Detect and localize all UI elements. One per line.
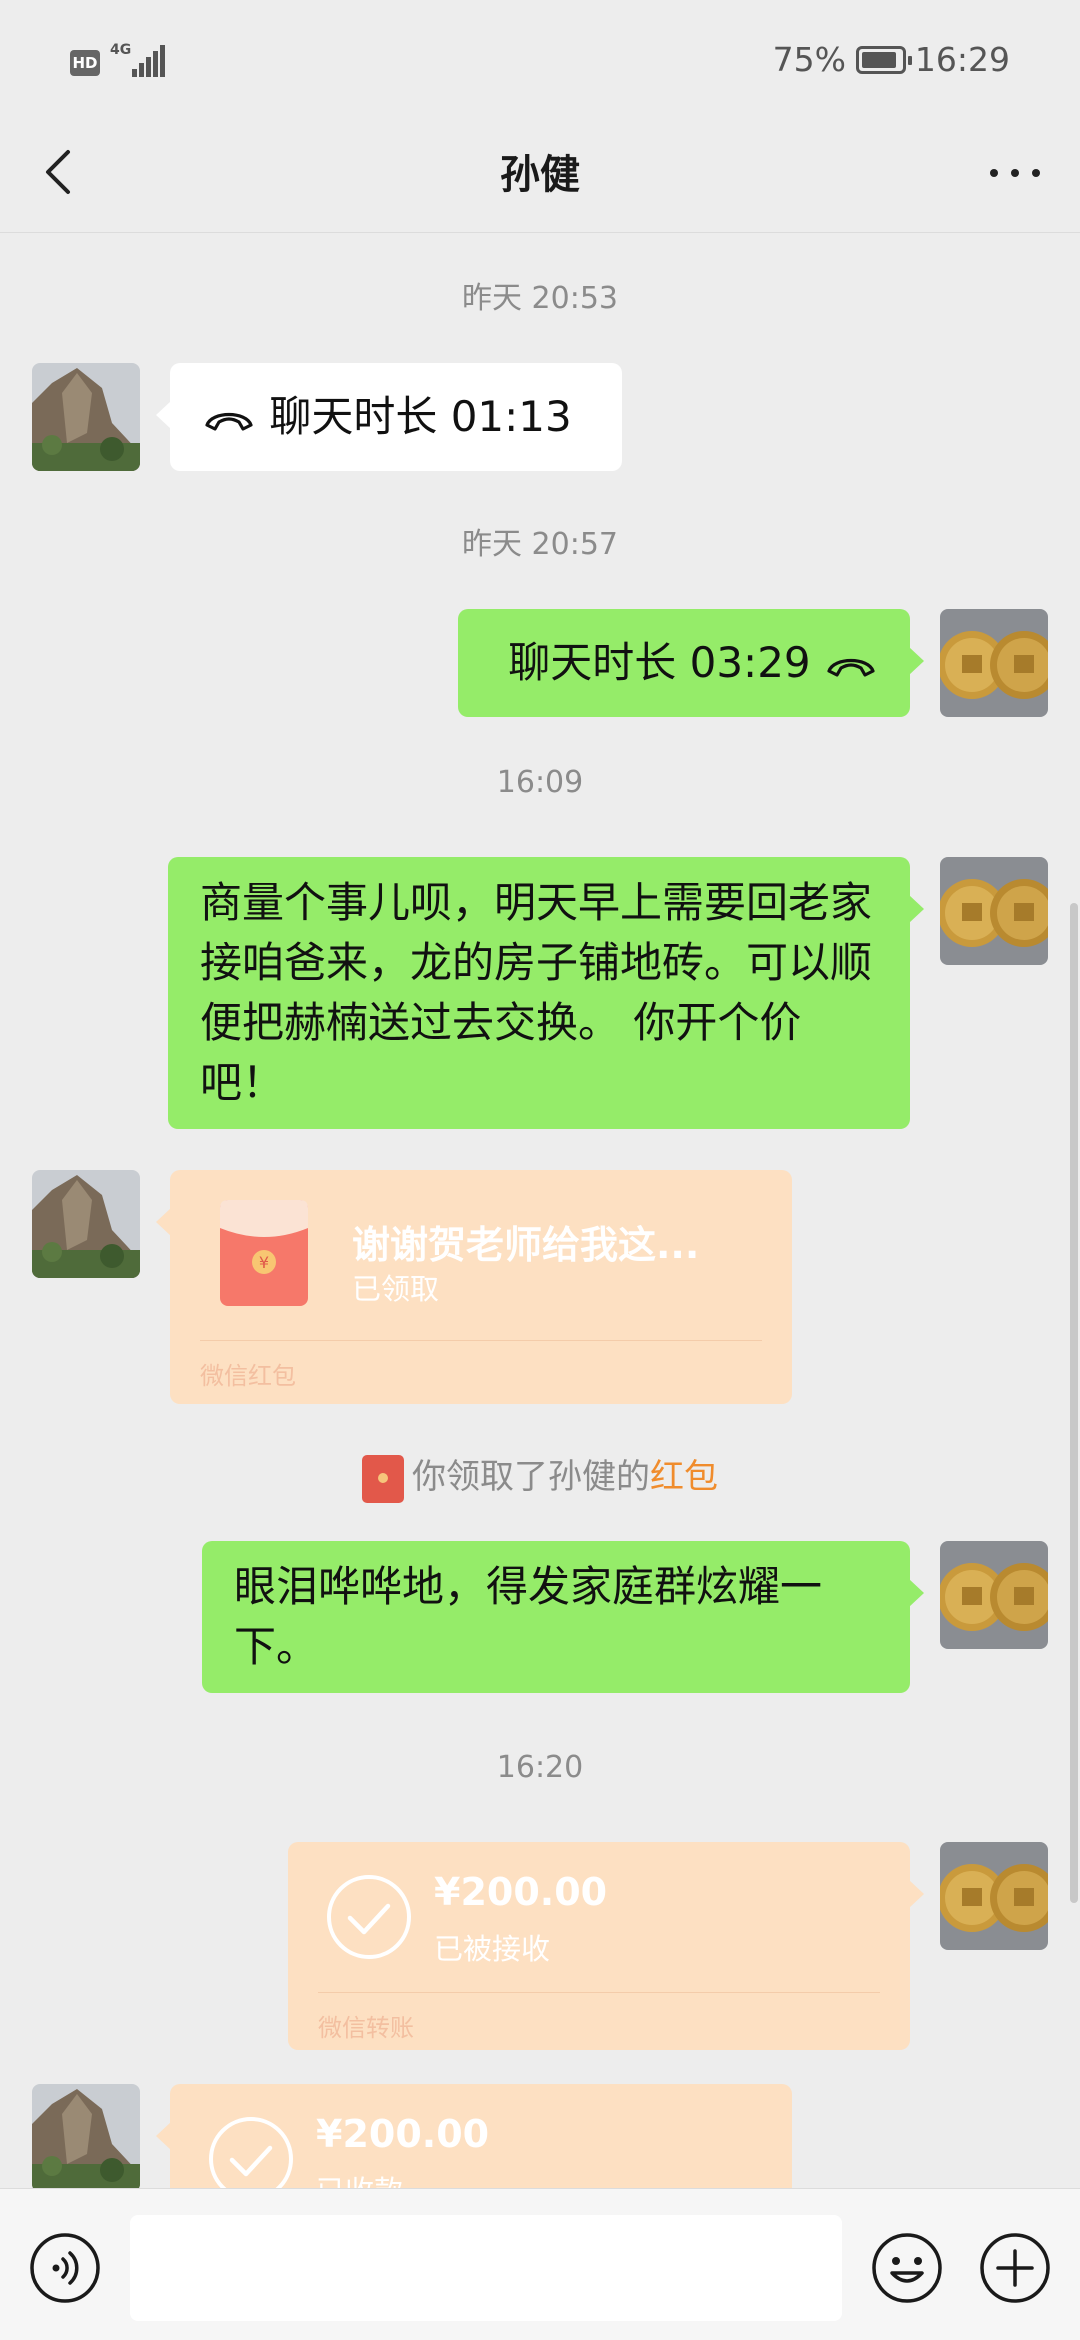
network-type: 4G [110, 42, 132, 58]
card-divider [200, 1340, 762, 1341]
contact-avatar[interactable] [32, 1170, 140, 1278]
message-timestamp: 16:20 [496, 1750, 584, 1785]
plus-icon [980, 2233, 1050, 2303]
red-packet-title: 谢谢贺老师给我这... [352, 1223, 700, 1267]
my-avatar[interactable] [940, 1541, 1048, 1649]
message-timestamp: 昨天 20:57 [462, 527, 618, 562]
chat-title: 孙健 [500, 152, 580, 198]
voice-icon [30, 2233, 100, 2303]
text-message-sent[interactable]: 眼泪哗哗地，得发家庭群炫耀一下。 [202, 1541, 924, 1693]
message-text: 商量个事儿呗，明天早上需要回老家接咱爸来，龙的房子铺地砖。可以顺便把赫楠送过去交… [200, 878, 873, 1107]
smiley-icon [872, 2233, 942, 2303]
red-packet-link[interactable]: 红包 [650, 1457, 718, 1497]
system-notice: 你领取了孙健的红包 [0, 1449, 1080, 1503]
transfer-card-received[interactable]: ¥200.00 已收款 [156, 2084, 792, 2188]
more-options-button[interactable] [980, 142, 1050, 202]
check-circle-icon [206, 2114, 296, 2188]
message-input[interactable] [130, 2215, 842, 2321]
call-duration-label: 聊天时长 01:13 [269, 392, 572, 441]
red-packet-icon [362, 1454, 404, 1503]
transfer-amount: ¥200.00 [434, 1870, 608, 1914]
yuan-symbol: ¥ [259, 1253, 269, 1272]
status-bar: HD 4G 75% 16:29 [0, 0, 1080, 122]
contact-avatar[interactable] [32, 2084, 140, 2188]
transfer-footer: 微信转账 [318, 2014, 414, 2042]
call-record-received[interactable]: 聊天时长 01:13 [156, 363, 622, 471]
system-notice-text: 你领取了孙健的 [412, 1457, 650, 1497]
my-avatar[interactable] [940, 857, 1048, 965]
call-record-sent[interactable]: 聊天时长 03:29 [458, 609, 924, 717]
phone-hangup-icon [824, 651, 878, 681]
status-time: 16:29 [914, 40, 1010, 79]
red-packet-status: 已领取 [352, 1272, 440, 1306]
transfer-status: 已收款 [316, 2168, 403, 2188]
red-packet-footer: 微信红包 [200, 1362, 296, 1390]
transfer-amount: ¥200.00 [316, 2112, 490, 2156]
transfer-status: 已被接收 [434, 1932, 551, 1966]
voice-input-button[interactable] [28, 2231, 102, 2305]
more-functions-button[interactable] [978, 2231, 1052, 2305]
chat-header: 孙健 [0, 122, 1080, 232]
phone-hangup-icon [202, 405, 256, 435]
transfer-card-sent[interactable]: ¥200.00 已被接收 微信转账 [288, 1842, 924, 2050]
message-timestamp: 昨天 20:53 [462, 281, 618, 316]
message-text: 眼泪哗哗地，得发家庭群炫耀一下。 [234, 1562, 823, 1671]
signal-icon [132, 45, 165, 77]
chat-message-list[interactable]: 昨天 20:53 聊天时长 01:13 昨天 20:57 聊天时长 03:29 [0, 233, 1080, 2188]
contact-avatar[interactable] [32, 363, 140, 471]
my-avatar[interactable] [940, 1842, 1048, 1950]
check-circle-icon [324, 1872, 414, 1962]
message-timestamp: 16:09 [496, 765, 584, 800]
red-packet-icon: ¥ [220, 1200, 308, 1306]
text-message-sent[interactable]: 商量个事儿呗，明天早上需要回老家接咱爸来，龙的房子铺地砖。可以顺便把赫楠送过去交… [168, 857, 924, 1129]
card-divider [318, 1992, 880, 1993]
call-duration-label: 聊天时长 03:29 [508, 638, 811, 687]
chat-input-bar [0, 2188, 1080, 2340]
battery-percent: 75% [772, 40, 846, 79]
hd-badge: HD [70, 50, 100, 76]
emoji-button[interactable] [870, 2231, 944, 2305]
battery-icon [856, 46, 912, 74]
red-packet-card[interactable]: ¥ 谢谢贺老师给我这... 已领取 微信红包 [156, 1170, 792, 1404]
my-avatar[interactable] [940, 609, 1048, 717]
